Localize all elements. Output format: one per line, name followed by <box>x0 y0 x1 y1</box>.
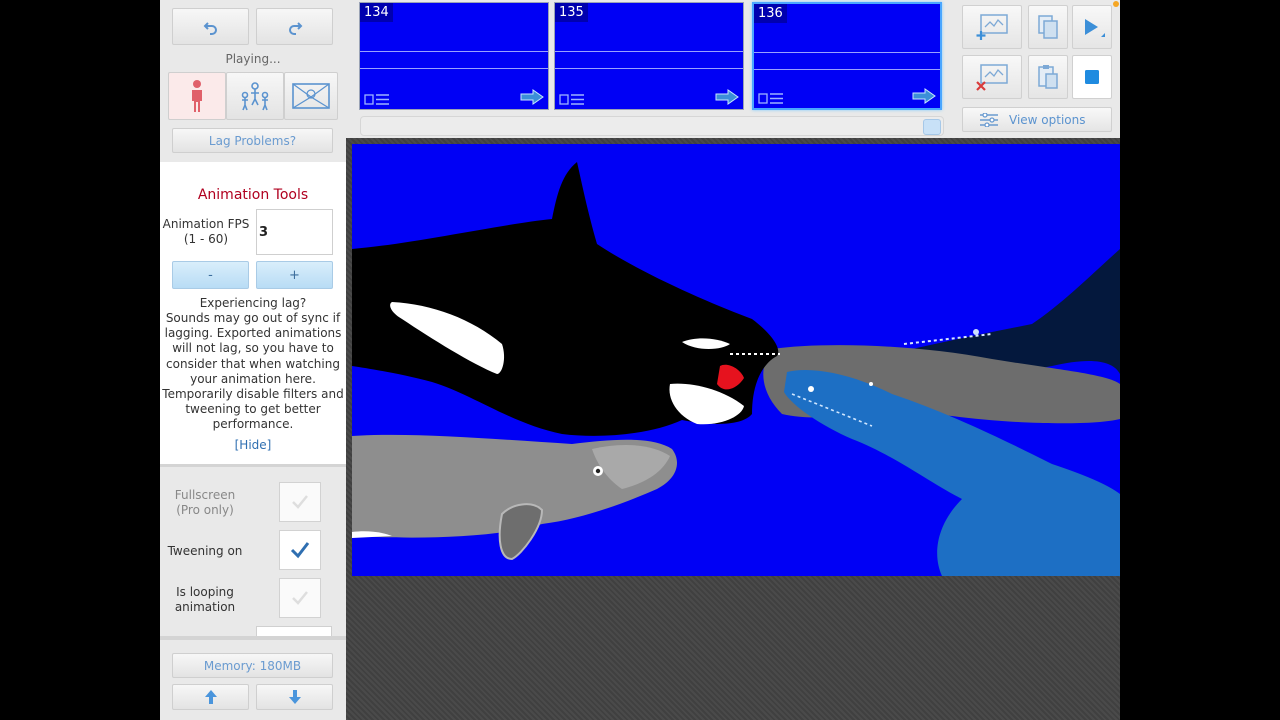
timeline-frame-selected[interactable]: 136 <box>752 2 942 110</box>
frame-number: 135 <box>555 3 588 22</box>
divider <box>160 162 346 177</box>
play-button[interactable] <box>1072 5 1112 49</box>
hide-link[interactable]: [Hide] <box>160 438 346 452</box>
landscape-icon <box>292 83 330 109</box>
arrow-right-icon[interactable] <box>520 89 544 105</box>
lag-problems-button[interactable]: Lag Problems? <box>172 128 333 153</box>
lag-info-line4: will not lag, so you have to <box>172 341 334 355</box>
fps-input[interactable]: 3 <box>256 209 333 255</box>
stop-icon <box>1085 70 1099 84</box>
animation-tools-title: Animation Tools <box>197 187 309 203</box>
arrow-up-icon <box>204 690 217 704</box>
move-down-button[interactable] <box>256 684 333 710</box>
canvas-area <box>346 138 1120 720</box>
frame-menu-icon[interactable] <box>758 91 784 105</box>
fps-increase-button[interactable]: + <box>256 261 333 289</box>
figure-icon <box>192 80 202 112</box>
undo-button[interactable] <box>172 8 249 45</box>
copy-frame-button[interactable] <box>1028 5 1068 49</box>
memory-indicator: Memory: 180MB <box>172 653 333 678</box>
frame-guide <box>555 51 743 69</box>
group-mode-button[interactable] <box>226 72 284 120</box>
add-frame-button[interactable] <box>962 5 1022 49</box>
lag-info-line8: tweening to get better <box>185 402 321 416</box>
frame-tools: View options <box>946 0 1120 138</box>
delete-frame-button[interactable] <box>962 55 1022 99</box>
lag-info-line1: Experiencing lag? <box>199 296 307 310</box>
redo-icon <box>288 21 302 35</box>
frame-menu-icon[interactable] <box>364 92 390 106</box>
fullscreen-checkbox[interactable] <box>279 482 321 522</box>
screen-margin <box>1120 0 1280 720</box>
lag-info-line3: lagging. Exported animations <box>164 326 342 340</box>
hidden-input-edge <box>256 626 332 636</box>
timeline-scrollbar[interactable] <box>360 116 944 136</box>
fullscreen-label-line2: (Pro only) <box>176 503 234 517</box>
frame-menu-icon[interactable] <box>559 92 585 106</box>
looping-label-line1: Is looping <box>176 585 234 599</box>
move-up-button[interactable] <box>172 684 249 710</box>
playback-status: Playing... <box>225 52 281 66</box>
lag-info-line9: performance. <box>212 417 294 431</box>
timeline-scroll-thumb[interactable] <box>923 119 941 135</box>
add-frame-icon <box>976 14 1008 40</box>
left-panel: Playing... Lag Problems? Animation Tools… <box>160 0 346 720</box>
fps-decrease-button[interactable]: - <box>172 261 249 289</box>
check-icon <box>290 542 310 559</box>
delete-frame-icon <box>976 64 1008 91</box>
divider <box>160 464 346 467</box>
frame-number: 136 <box>754 4 787 23</box>
lag-info-line7: Temporarily disable filters and <box>162 387 344 401</box>
lag-info-line2: Sounds may go out of sync if <box>165 311 341 325</box>
arrow-right-icon[interactable] <box>912 88 936 104</box>
looping-label-line2: animation <box>174 600 236 614</box>
tweening-label: Tweening on <box>167 544 243 558</box>
timeline-frame[interactable]: 134 <box>359 2 549 110</box>
app-window: Playing... Lag Problems? Animation Tools… <box>0 0 1280 720</box>
check-icon <box>292 591 308 605</box>
paste-frame-button[interactable] <box>1028 55 1068 99</box>
animation-stage[interactable] <box>352 144 1120 576</box>
redo-button[interactable] <box>256 8 333 45</box>
looping-checkbox[interactable] <box>279 578 321 618</box>
timeline: 134 135 136 <box>346 0 946 138</box>
corner-dot <box>1113 1 1119 7</box>
undo-icon <box>203 21 217 35</box>
lag-info-line6: your animation here. <box>190 372 316 386</box>
arrow-right-icon[interactable] <box>715 89 739 105</box>
lag-info-line5: consider that when watching <box>166 357 340 371</box>
animation-tools-section: Animation Tools Animation FPS (1 - 60) 3… <box>160 177 346 464</box>
play-icon <box>1085 19 1105 37</box>
view-options-label: View options <box>1009 112 1086 127</box>
stop-button[interactable] <box>1072 55 1112 99</box>
frame-number: 134 <box>360 3 393 22</box>
fps-label-line1: Animation FPS <box>162 217 250 231</box>
scene-mode-button[interactable] <box>284 72 338 120</box>
tweening-checkbox[interactable] <box>279 530 321 570</box>
fps-label-line2: (1 - 60) <box>183 232 229 246</box>
fullscreen-label-line1: Fullscreen <box>174 488 236 502</box>
view-options-button[interactable]: View options <box>962 107 1112 132</box>
sliders-icon <box>980 112 998 127</box>
group-figures-icon <box>241 82 269 111</box>
divider <box>160 636 346 640</box>
check-icon <box>292 495 308 509</box>
frame-guide <box>754 52 940 70</box>
copy-icon <box>1038 15 1058 39</box>
arrow-down-icon <box>288 690 301 704</box>
frame-guide <box>360 51 548 69</box>
paste-icon <box>1038 65 1058 89</box>
single-figure-mode-button[interactable] <box>168 72 226 120</box>
timeline-frame[interactable]: 135 <box>554 2 744 110</box>
animation-scene <box>352 162 1120 576</box>
